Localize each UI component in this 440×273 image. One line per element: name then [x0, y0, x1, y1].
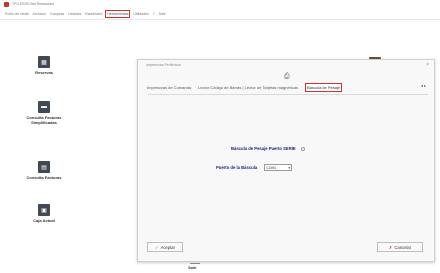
scale-serial-row: Báscula de Pesaje Puerto SERIE	[231, 146, 305, 151]
scale-port-label: Puerto de la Báscula	[216, 165, 258, 170]
printer-icon: ⎙	[284, 73, 290, 80]
app-icon	[4, 1, 9, 7]
menu-item-help[interactable]: ?	[152, 11, 156, 17]
dialog-title: Impresoras Periféricos	[146, 63, 182, 67]
document-icon: ▤	[38, 161, 50, 173]
dialog-tabs: Impresoras de Comanda Lector Código de B…	[147, 83, 343, 92]
desktop-icon-label: Caja Actual	[33, 218, 55, 223]
scale-port-row: Puerto de la Báscula COM1 ▾	[216, 164, 293, 171]
desktop-icon-consulta-facturas[interactable]: ▤ Consulta Facturas	[19, 161, 69, 181]
peripherals-dialog: Impresoras Periféricos × ⎙ Impresoras de…	[137, 59, 435, 262]
desktop-icon-label: Consulta Facturas	[26, 175, 62, 180]
menu-item-archivos[interactable]: Archivos	[32, 11, 47, 17]
menu-item-utilidades[interactable]: Utilidades	[132, 11, 149, 17]
check-icon: ✓	[155, 244, 159, 250]
cancel-icon: ✗	[388, 244, 393, 250]
accept-button[interactable]: ✓ Aceptar	[147, 242, 183, 252]
menubar-divider	[0, 19, 440, 20]
scale-serial-label: Báscula de Pesaje Puerto SERIE	[231, 146, 296, 151]
desktop-icon-label: Reservas	[35, 70, 53, 75]
desktop-icon-caja-actual[interactable]: ▣ Caja Actual	[19, 204, 69, 224]
menu-item-estadistica[interactable]: Estadística	[84, 11, 103, 17]
menu-item-salir[interactable]: Salir	[158, 11, 167, 17]
bottom-exit-label[interactable]: Salir	[188, 265, 197, 270]
desktop-icon-label: Consulta Facturas Simplificadas	[26, 115, 62, 125]
menubar: Punto de venta Archivos Compras Listados…	[0, 9, 440, 18]
menu-item-compras[interactable]: Compras	[49, 11, 65, 17]
window-title: TPV-ESSO Bar Restaurant	[12, 2, 55, 6]
folder-icon: ▬	[38, 101, 50, 113]
exit-icon	[190, 263, 200, 264]
cancel-label: Cancelar	[394, 244, 412, 250]
desktop-icon-reservas[interactable]: ▦ Reservas	[19, 56, 69, 76]
accept-label: Aceptar	[160, 244, 175, 250]
cash-register-icon: ▣	[38, 204, 50, 216]
tab-scroll-arrows-icon[interactable]: ◂ ▸	[421, 83, 426, 88]
menu-item-herramientas[interactable]: Herramientas	[105, 9, 131, 18]
menu-item-listados[interactable]: Listados	[67, 11, 82, 17]
desktop-icon-consulta-facturas-simplificadas[interactable]: ▬ Consulta Facturas Simplificadas	[19, 101, 69, 126]
cancel-button[interactable]: ✗ Cancelar	[377, 242, 423, 252]
chevron-down-icon: ▾	[288, 165, 291, 170]
calendar-icon: ▦	[38, 56, 50, 68]
scale-port-value: COM1	[266, 165, 277, 170]
tab-impresoras-comanda[interactable]: Impresoras de Comanda	[147, 85, 191, 90]
tab-lector-codigo-barras[interactable]: Lector Código de Barras | Lector de Tarj…	[198, 85, 298, 90]
close-icon[interactable]: ×	[426, 62, 429, 68]
window-titlebar: TPV-ESSO Bar Restaurant	[0, 0, 440, 8]
menu-item-punto-de-venta[interactable]: Punto de venta	[4, 11, 30, 17]
tab-panel-bascula	[148, 94, 428, 224]
scale-port-select[interactable]: COM1 ▾	[264, 164, 293, 171]
tab-bascula-pesaje[interactable]: Báscula de Pesaje	[304, 83, 343, 92]
scale-serial-checkbox[interactable]	[300, 146, 305, 151]
